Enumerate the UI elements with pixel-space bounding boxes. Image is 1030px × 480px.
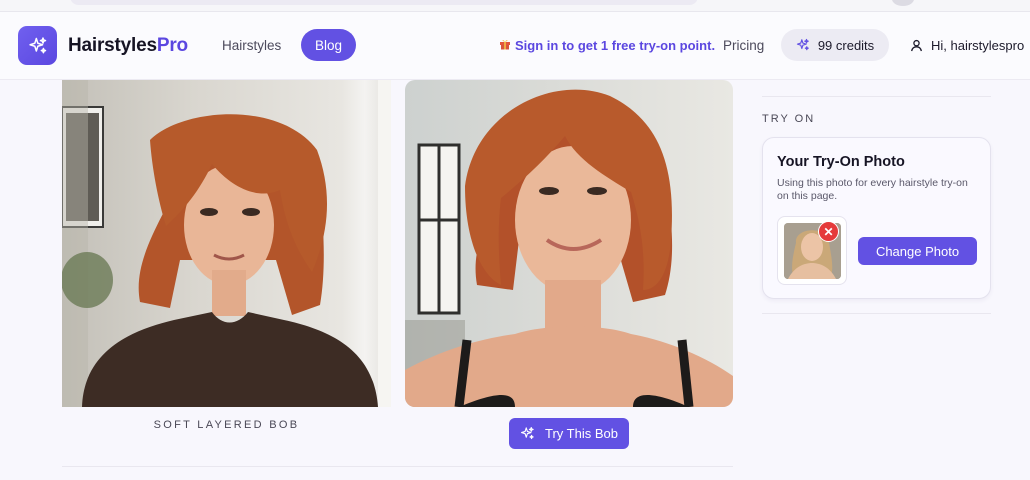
hairstyle-caption: SOFT LAYERED BOB [153, 419, 300, 431]
user-menu[interactable]: Hi, hairstylespro [910, 38, 1024, 53]
remove-photo-button[interactable]: ✕ [818, 221, 839, 242]
card-title: Your Try-On Photo [777, 154, 905, 170]
change-photo-button[interactable]: Change Photo [858, 237, 977, 265]
hairstyle-photo-left[interactable] [62, 80, 391, 407]
brand-accent: Pro [156, 35, 188, 56]
tryon-photo-card: Your Try-On Photo Using this photo for e… [762, 137, 991, 299]
brand-main: Hairstyles [68, 35, 157, 56]
site-header: HairstylesPro Hairstyles Blog Sign in to… [0, 12, 1030, 80]
scrolled-top-bar [0, 0, 1030, 12]
tryon-section-label: TRY ON [762, 113, 816, 125]
nav-pricing[interactable]: Pricing [723, 38, 764, 53]
gift-icon [499, 38, 511, 53]
close-icon: ✕ [823, 224, 834, 239]
search-bar-remnant [70, 0, 698, 5]
card-description: Using this photo for every hairstyle try… [777, 177, 968, 202]
brand-name[interactable]: HairstylesPro [68, 35, 188, 57]
nav-blog[interactable]: Blog [301, 29, 356, 61]
avatar-remnant [892, 0, 914, 6]
try-button-label: Try This Bob [545, 426, 618, 441]
user-icon [911, 39, 922, 52]
logo-icon[interactable] [18, 26, 57, 65]
signin-link[interactable]: Sign in to get 1 free try-on point. [499, 38, 715, 53]
try-this-bob-button[interactable]: Try This Bob [509, 418, 629, 449]
sparkle-icon [521, 427, 534, 440]
credits-badge[interactable]: 99 credits [781, 29, 889, 61]
hairstyle-photo-right[interactable] [405, 80, 733, 407]
sparkle-icon [796, 38, 809, 51]
user-greeting: Hi, hairstylespro [931, 38, 1025, 53]
content-divider [62, 466, 733, 467]
nav-hairstyles[interactable]: Hairstyles [222, 38, 281, 53]
sidebar-divider-bottom [762, 313, 991, 314]
credits-label: 99 credits [817, 37, 875, 53]
signin-text: Sign in to get 1 free try-on point. [515, 38, 716, 53]
sidebar-divider-top [762, 96, 991, 97]
